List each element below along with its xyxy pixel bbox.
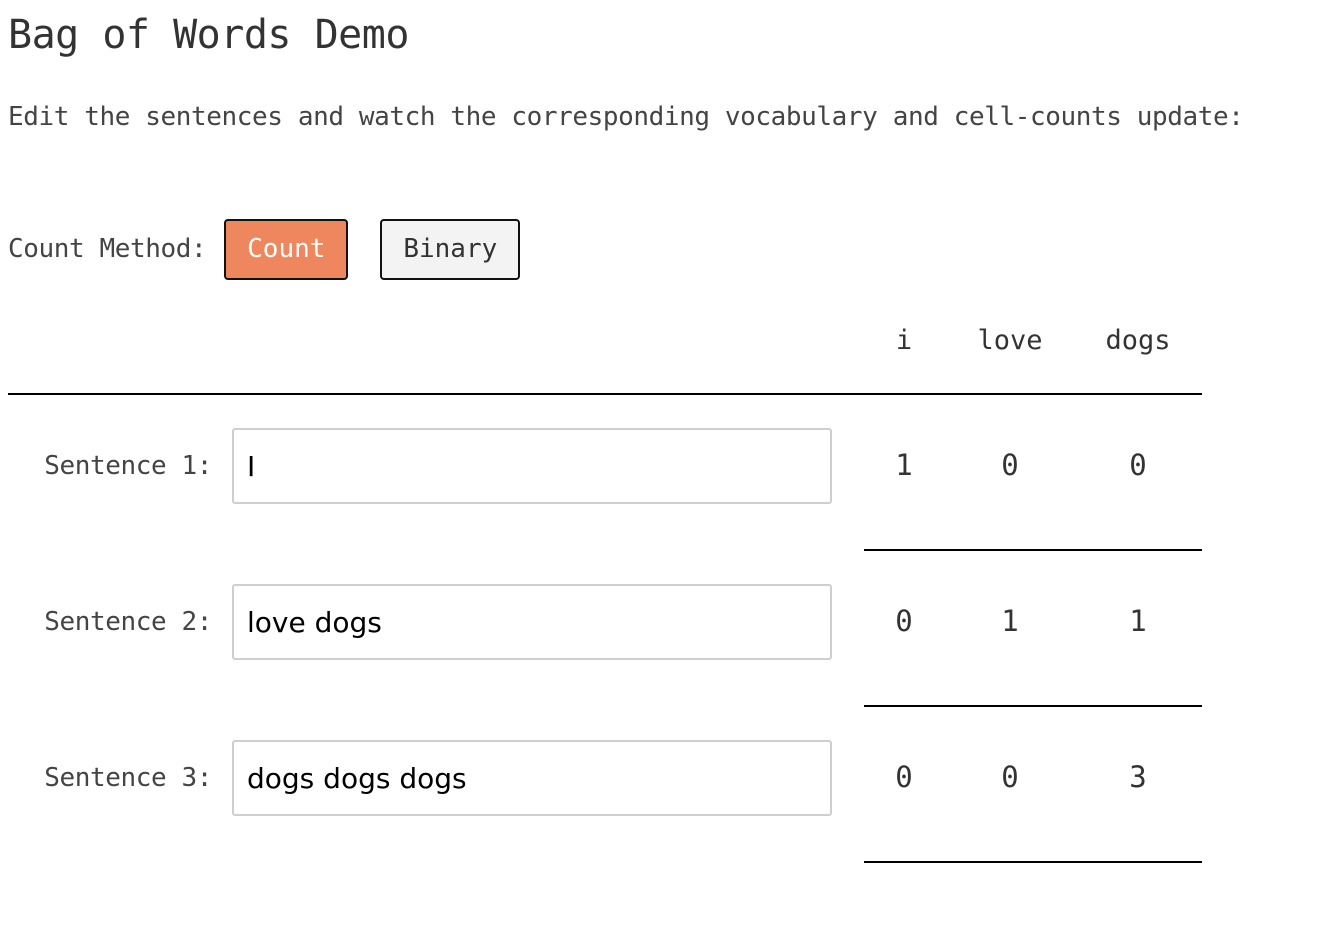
sentence-3-input[interactable]: [232, 740, 832, 816]
sentence-row-2: Sentence 2: 0 1 1: [0, 584, 1210, 740]
count-cell: 1: [1001, 604, 1019, 638]
header-divider: [8, 393, 1202, 395]
count-method-selector: Count Method: Count Binary: [8, 218, 521, 280]
count-cell: 0: [1001, 448, 1019, 482]
count-button[interactable]: Count: [224, 218, 349, 280]
sentence-2-input[interactable]: [232, 584, 832, 660]
sentence-row-1: Sentence 1: 1 0 0: [0, 428, 1210, 584]
count-cell: 1: [895, 448, 913, 482]
vocab-word-dogs: dogs: [1105, 325, 1171, 356]
sentence-1-label: Sentence 1:: [44, 451, 212, 481]
count-cell: 0: [895, 760, 913, 794]
count-cell: 3: [1129, 760, 1147, 794]
page-title: Bag of Words Demo: [8, 12, 409, 58]
count-method-label: Count Method:: [8, 234, 207, 264]
count-cell: 0: [1001, 760, 1019, 794]
sentence-row-3: Sentence 3: 0 0 3: [0, 740, 1210, 896]
row-divider: [864, 549, 1202, 551]
count-cell: 0: [895, 604, 913, 638]
count-cell: 1: [1129, 604, 1147, 638]
instructions-text: Edit the sentences and watch the corresp…: [8, 102, 1244, 132]
count-cell: 0: [1129, 448, 1147, 482]
sentence-1-input[interactable]: [232, 428, 832, 504]
binary-button[interactable]: Binary: [380, 218, 521, 280]
row-divider: [864, 705, 1202, 707]
row-divider: [864, 861, 1202, 863]
sentence-3-label: Sentence 3:: [44, 763, 212, 793]
sentence-2-label: Sentence 2:: [44, 607, 212, 637]
vocab-word-love: love: [977, 325, 1043, 356]
vocab-word-i: i: [895, 325, 913, 356]
vocabulary-header: i love dogs: [864, 325, 1202, 369]
